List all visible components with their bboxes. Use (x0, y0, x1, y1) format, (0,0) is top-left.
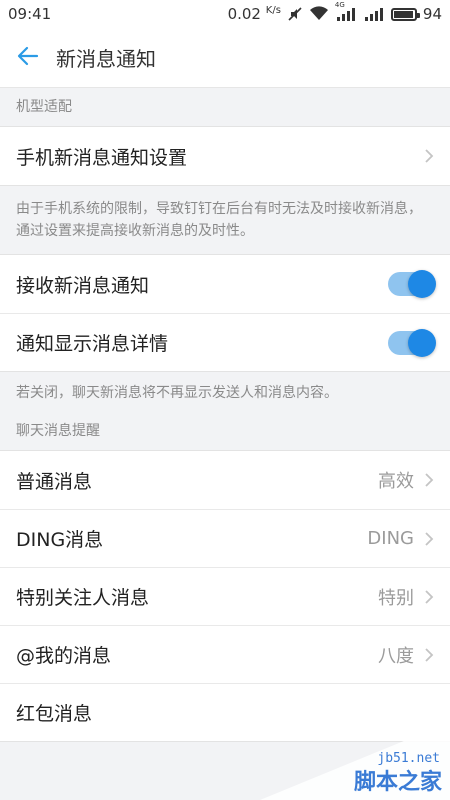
chevron-right-icon (424, 531, 434, 547)
notification-toggle-group: 接收新消息通知 通知显示消息详情 (0, 254, 450, 372)
ding-message-value: DING (367, 528, 414, 549)
mute-icon (287, 6, 303, 22)
mention-message-value: 八度 (378, 645, 414, 667)
show-details-row: 通知显示消息详情 (0, 313, 450, 371)
normal-message-row[interactable]: 普通消息 高效 (0, 451, 450, 509)
battery-fill (393, 10, 413, 18)
chevron-right-icon (424, 589, 434, 605)
phone-notification-settings-label: 手机新消息通知设置 (16, 146, 188, 169)
special-follow-message-value: 特别 (378, 587, 414, 609)
show-details-toggle[interactable] (388, 328, 436, 357)
red-packet-message-label: 红包消息 (16, 703, 93, 725)
receive-notifications-row: 接收新消息通知 (0, 255, 450, 313)
normal-message-label: 普通消息 (16, 470, 93, 493)
model-adapt-group: 手机新消息通知设置 (0, 126, 450, 186)
model-adapt-note: 由于手机系统的限制，导致钉钉在后台有时无法及时接收新消息，通过设置来提高接收新消… (0, 186, 450, 254)
section-header-chat-reminder: 聊天消息提醒 (0, 412, 450, 450)
toggle-knob (408, 328, 436, 357)
back-arrow-icon (16, 44, 40, 72)
wifi-icon (309, 6, 329, 22)
watermark-domain: jb51.net (377, 751, 440, 766)
receive-notifications-toggle[interactable] (388, 270, 436, 298)
chat-reminder-group: 普通消息 高效 DING消息 DING 特别关注人消息 特别 @我的消息 八度 … (0, 450, 450, 742)
receive-notifications-label: 接收新消息通知 (16, 274, 150, 297)
speed-unit: K/s (265, 5, 281, 16)
back-button[interactable] (0, 28, 56, 88)
chevron-right-icon (424, 148, 434, 164)
red-packet-message-row[interactable]: 红包消息 (0, 683, 450, 741)
nav-bar: 新消息通知 (0, 28, 450, 88)
chevron-right-icon (424, 647, 434, 663)
status-icons: 0.02 K/s 4G 94 (228, 1, 442, 23)
toggle-knob (408, 270, 436, 298)
status-bar: 09:41 0.02 K/s 4G 94 (0, 0, 450, 28)
section-header-model-adapt: 机型适配 (0, 88, 450, 126)
special-follow-message-label: 特别关注人消息 (16, 587, 150, 609)
signal-4g-icon: 4G (335, 1, 357, 21)
mention-message-label: @我的消息 (16, 645, 112, 667)
speed-value: 0.02 (227, 5, 261, 23)
mention-message-row[interactable]: @我的消息 八度 (0, 625, 450, 683)
battery-icon (390, 7, 420, 21)
battery-level: 94 (422, 5, 442, 23)
watermark-name: 脚本之家 (353, 770, 442, 795)
network-speed: 0.02 K/s (228, 5, 281, 23)
special-follow-message-row[interactable]: 特别关注人消息 特别 (0, 567, 450, 625)
ding-message-label: DING消息 (16, 529, 104, 551)
signal-icon (363, 7, 385, 21)
phone-notification-settings-row[interactable]: 手机新消息通知设置 (0, 127, 450, 185)
ding-message-row[interactable]: DING消息 DING (0, 509, 450, 567)
show-details-label: 通知显示消息详情 (16, 333, 169, 355)
chevron-right-icon (424, 472, 434, 488)
notifications-note: 若关闭，聊天新消息将不再显示发送人和消息内容。 (0, 372, 450, 412)
normal-message-value: 高效 (378, 471, 414, 492)
status-time: 09:41 (8, 5, 52, 23)
page-title: 新消息通知 (56, 47, 156, 71)
network-tag: 4G (334, 1, 345, 9)
